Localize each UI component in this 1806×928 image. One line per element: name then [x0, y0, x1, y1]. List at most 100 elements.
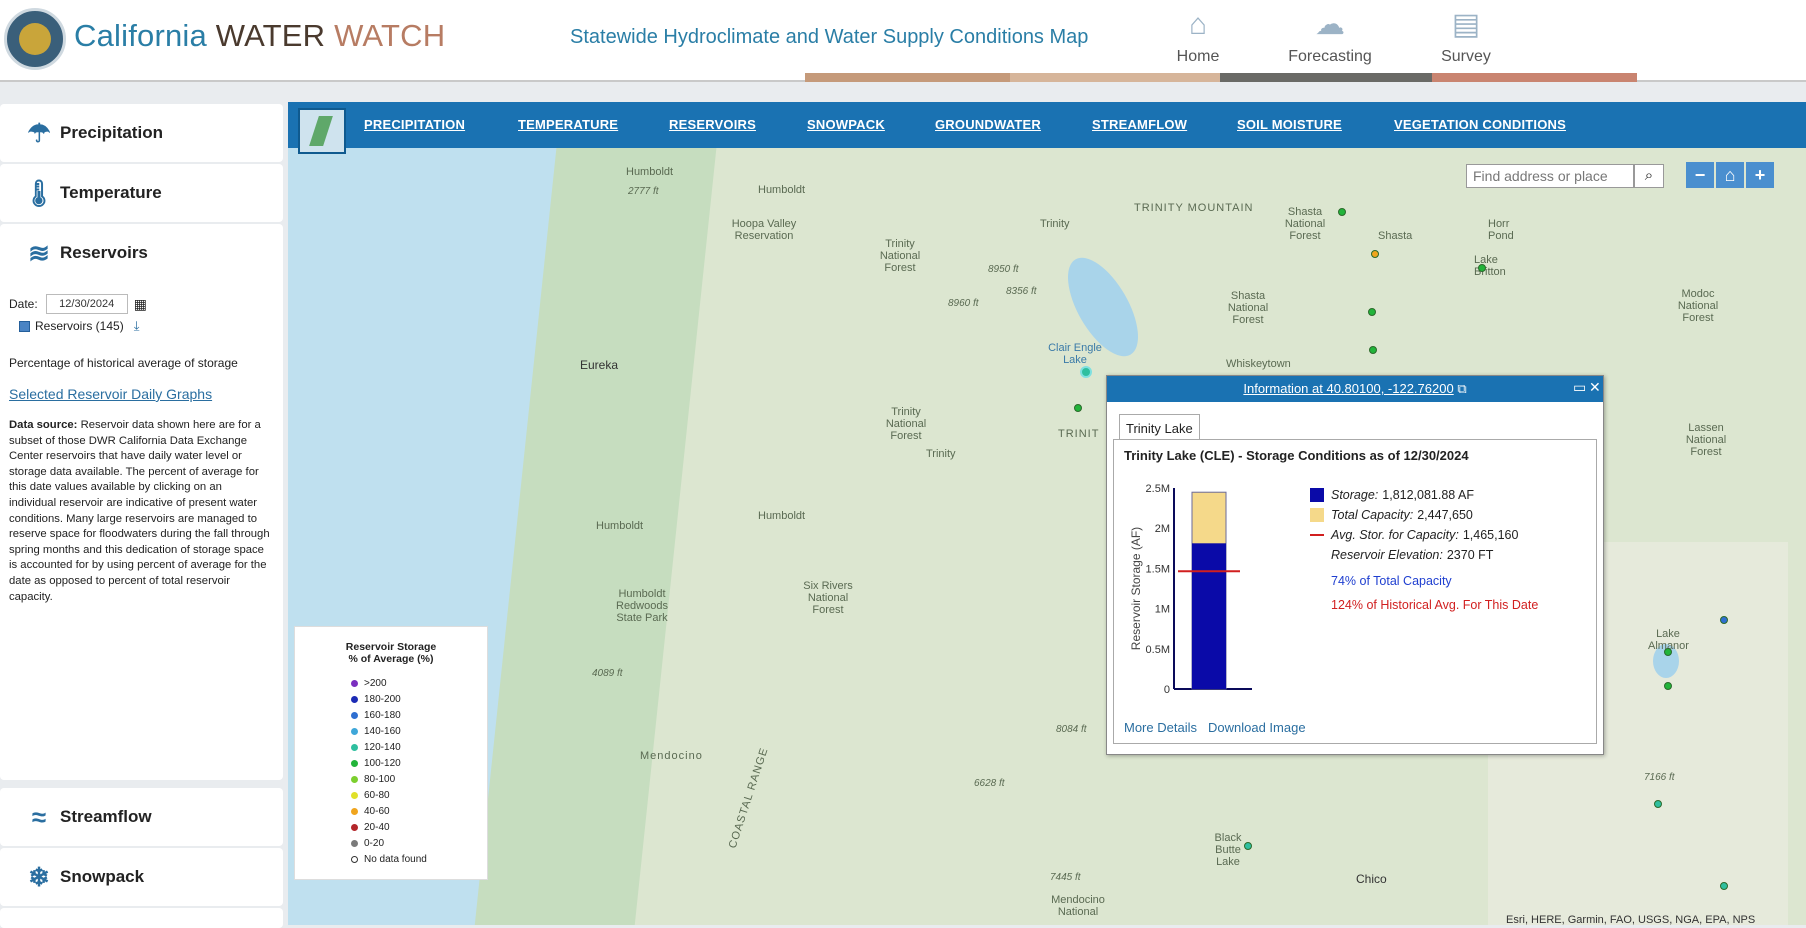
storage-bar-chart: Reservoir Storage (AF) 0 0.5M 1M 1.5M 2M 2.5M [1129, 483, 1252, 696]
download-image-link[interactable]: Download Image [1208, 720, 1306, 735]
chart-y-axis-label: Reservoir Storage (AF) [1129, 527, 1143, 650]
legend-item: 40-60 [295, 803, 487, 819]
reservoir-marker[interactable] [1368, 308, 1376, 316]
map-label: TRINITY MOUNTAIN [1134, 202, 1254, 214]
stat-storage: Storage: 1,812,081.88 AF [1310, 488, 1474, 502]
maplink-precipitation[interactable]: PRECIPITATION [364, 117, 465, 132]
reservoir-marker[interactable] [1369, 346, 1377, 354]
maplink-reservoirs[interactable]: RESERVOIRS [669, 117, 756, 132]
nav-survey[interactable]: ▤ Survey [1406, 6, 1526, 66]
map-label: Eureka [580, 358, 619, 372]
map-label: 4089 ft [592, 668, 623, 679]
maplink-vegetation-conditions[interactable]: VEGETATION CONDITIONS [1394, 117, 1566, 132]
legend-item: 160-180 [295, 707, 487, 723]
maplink-temperature[interactable]: TEMPERATURE [518, 117, 618, 132]
maximize-icon[interactable]: ▭ [1573, 379, 1586, 396]
date-input[interactable]: 12/30/2024 [45, 294, 128, 314]
waves-icon: ≋ [28, 237, 50, 268]
map-label: 7445 ft [1050, 872, 1081, 883]
calendar-icon[interactable]: ▦ [134, 296, 147, 313]
sidebar-item-label: Reservoirs [60, 243, 148, 262]
sidebar-item-precipitation[interactable]: ☂ Precipitation [0, 104, 283, 162]
reservoir-marker[interactable] [1720, 882, 1728, 890]
legend-label: 80-100 [364, 773, 396, 785]
legend-label: 120-140 [364, 741, 401, 753]
legend-dot-icon [351, 727, 358, 735]
y-tick-label: 0.5M [1146, 644, 1170, 656]
legend-dot-icon [351, 711, 358, 719]
reservoir-marker[interactable] [1478, 264, 1486, 272]
popup-title[interactable]: Information at 40.80100, -122.76200 [1243, 381, 1453, 396]
close-icon[interactable]: ✕ [1589, 379, 1601, 396]
reservoir-marker[interactable] [1074, 404, 1082, 412]
reservoir-marker[interactable] [1664, 648, 1672, 656]
reservoirs-layer-toggle[interactable]: Reservoirs (145) ⤓ [19, 318, 139, 334]
reservoir-marker[interactable] [1244, 842, 1252, 850]
legend-dot-icon [351, 759, 358, 767]
nav-home[interactable]: ⌂ Home [1138, 6, 1258, 66]
legend-item: 180-200 [295, 691, 487, 707]
california-map-thumbnail[interactable] [298, 108, 346, 154]
copy-icon[interactable]: ⧉ [1457, 381, 1466, 396]
popup-heading: Trinity Lake (CLE) - Storage Conditions … [1124, 448, 1469, 463]
legend-item: 0-20 [295, 835, 487, 851]
map-label: Lassen National Forest [1685, 422, 1727, 458]
maplink-soil-moisture[interactable]: SOIL MOISTURE [1237, 117, 1342, 132]
map-label: Trinity National Forest [885, 406, 927, 442]
map-attribution: Esri, HERE, Garmin, FAO, USGS, NGA, EPA,… [1506, 914, 1756, 925]
maplink-streamflow[interactable]: STREAMFLOW [1092, 117, 1187, 132]
reservoir-marker[interactable] [1654, 800, 1662, 808]
address-search-input[interactable]: Find address or place [1466, 164, 1634, 188]
maplink-snowpack[interactable]: SNOWPACK [807, 117, 885, 132]
legend-label: 40-60 [364, 805, 390, 817]
snowflake-icon: ❄ [28, 861, 50, 892]
selected-reservoir-graphs-link[interactable]: Selected Reservoir Daily Graphs [9, 386, 212, 402]
reservoir-marker[interactable] [1664, 682, 1672, 690]
legend-item: 120-140 [295, 739, 487, 755]
stat-total-capacity: Total Capacity: 2,447,650 [1310, 508, 1473, 522]
reservoir-marker[interactable] [1720, 616, 1728, 624]
map-label: TRINIT [1058, 428, 1100, 440]
y-tick-label: 2.5M [1146, 483, 1170, 495]
nav-survey-label: Survey [1441, 48, 1491, 65]
brand-title[interactable]: California WATER WATCH [74, 18, 445, 54]
reservoir-marker[interactable] [1371, 250, 1379, 258]
map-label: Chico [1356, 872, 1387, 886]
map-label: COASTAL RANGE [726, 746, 771, 850]
search-icon[interactable]: ⌕ [1634, 164, 1664, 188]
download-icon[interactable]: ⤓ [134, 318, 140, 334]
zoom-out-button[interactable]: − [1686, 162, 1714, 188]
page-subtitle: Statewide Hydroclimate and Water Supply … [570, 26, 1089, 48]
sidebar-item-temperature[interactable]: 🌡 Temperature [0, 164, 283, 222]
map-label: Modoc National Forest [1677, 288, 1719, 324]
map-label: Shasta [1378, 230, 1413, 242]
sidebar-item-more[interactable] [0, 908, 283, 928]
header-stripe-1 [805, 73, 1010, 82]
home-extent-button[interactable]: ⌂ [1716, 162, 1744, 188]
legend-label: 140-160 [364, 725, 401, 737]
map-label: Humboldt [596, 520, 644, 532]
nav-forecasting[interactable]: ☁ Forecasting [1270, 6, 1390, 66]
selected-reservoir-marker[interactable] [1080, 366, 1092, 378]
sidebar-item-snowpack[interactable]: ❄ Snowpack [0, 848, 283, 906]
more-details-link[interactable]: More Details [1124, 720, 1197, 735]
home-icon: ⌂ [1188, 8, 1208, 41]
legend-dot-icon [351, 791, 358, 799]
layer-checkbox[interactable] [19, 320, 30, 332]
zoom-in-button[interactable]: + [1746, 162, 1774, 188]
header-stripe-3 [1220, 73, 1432, 82]
y-tick-label: 2M [1155, 523, 1170, 535]
capacity-swatch [1310, 508, 1324, 522]
reservoir-marker[interactable] [1338, 208, 1346, 216]
sidebar-item-streamflow[interactable]: ≈ Streamflow [0, 788, 283, 846]
popup-tab-trinity-lake[interactable]: Trinity Lake [1119, 414, 1200, 440]
stat-reservoir-elevation: Reservoir Elevation: 2370 FT [1331, 548, 1494, 562]
streamflow-icon: ≈ [31, 801, 47, 832]
map-label: 8356 ft [1006, 286, 1037, 297]
map-view[interactable]: Humboldt 2777 ft Humboldt Hoopa Valley R… [288, 102, 1806, 925]
maplink-groundwater[interactable]: GROUNDWATER [935, 117, 1041, 132]
legend-item: 80-100 [295, 771, 487, 787]
map-label: Humboldt [758, 510, 806, 522]
reservoir-storage-legend: Reservoir Storage % of Average (%) >200 1… [294, 626, 488, 880]
sidebar-item-reservoirs[interactable]: ≋ Reservoirs [0, 224, 283, 282]
